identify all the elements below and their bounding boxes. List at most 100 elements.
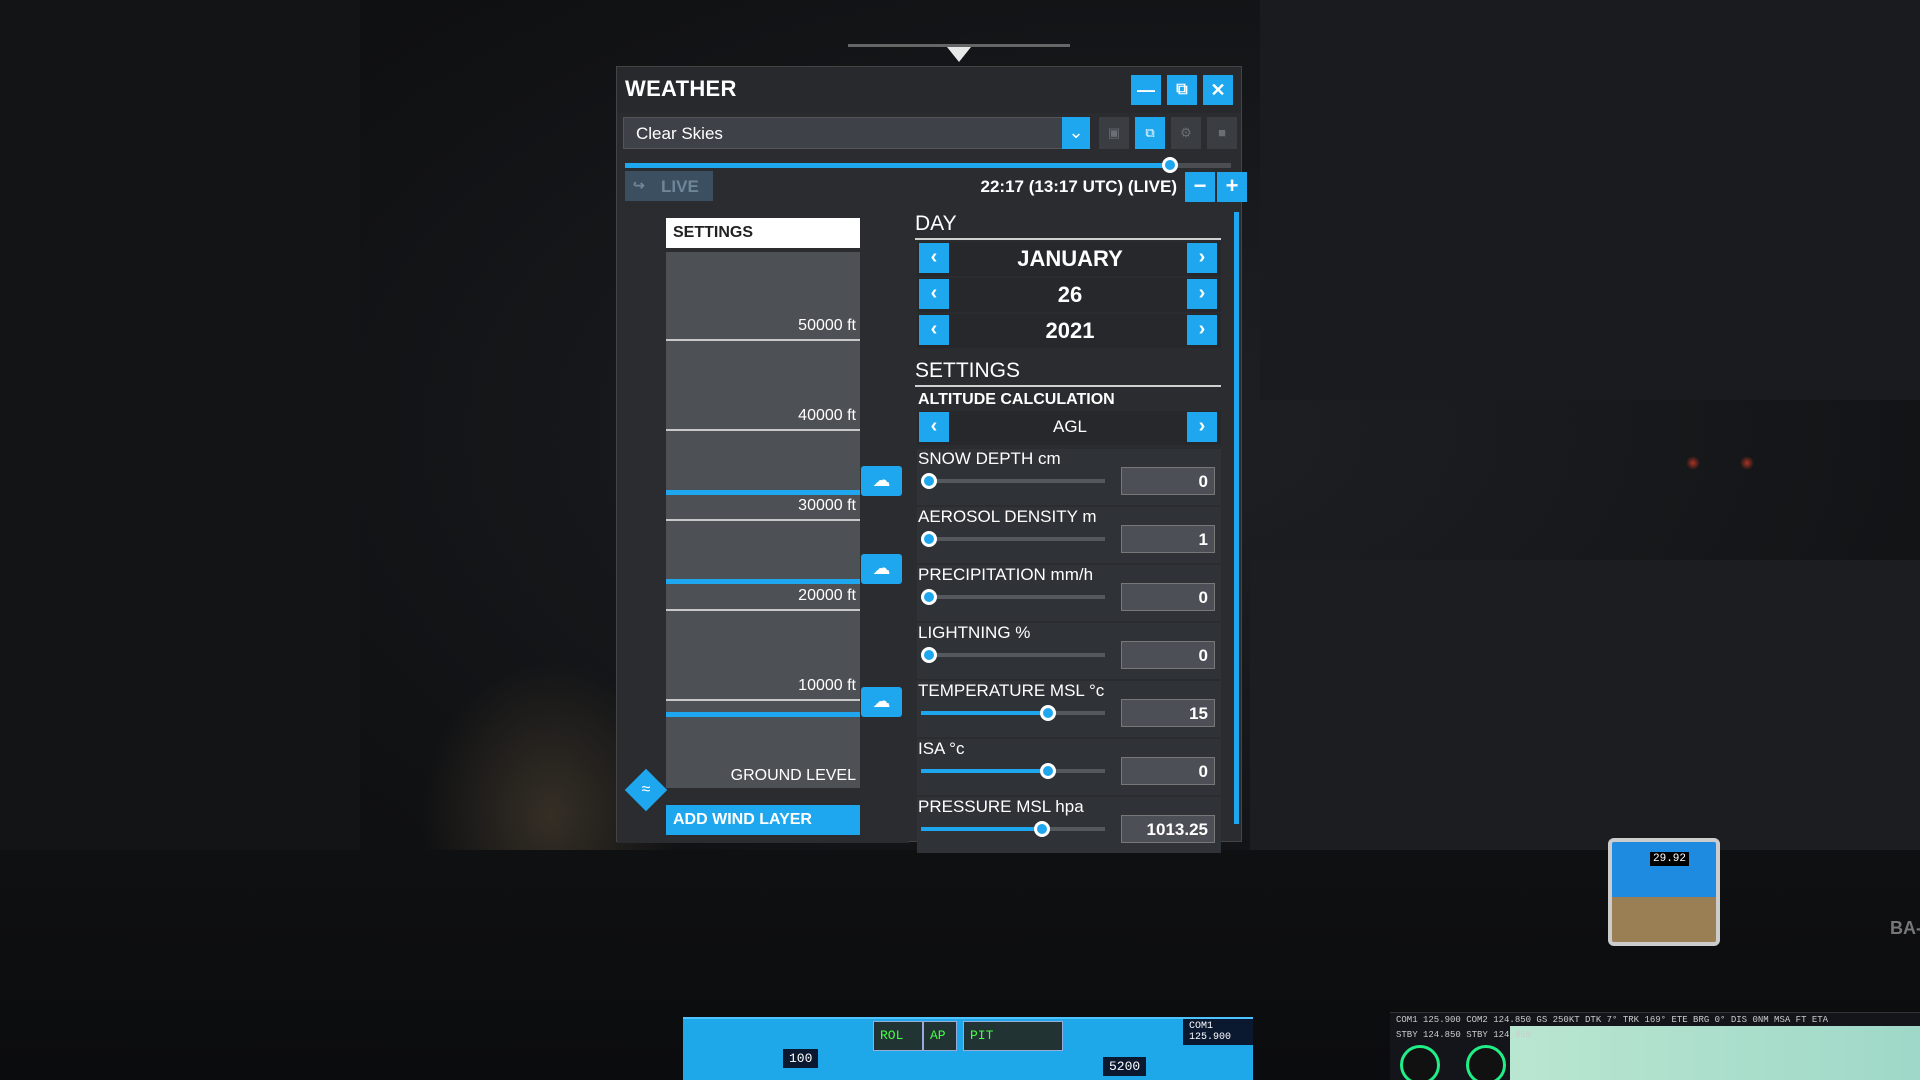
standby-sky (1612, 842, 1716, 897)
altitude-line (666, 339, 860, 341)
param-slider-knob[interactable] (921, 589, 937, 605)
panel-title: WEATHER (625, 76, 737, 101)
param-slider-knob[interactable] (921, 531, 937, 547)
settings-section-title: SETTINGS (915, 359, 1021, 382)
day-section-title: DAY (915, 212, 957, 235)
param-value-input[interactable]: 1 (1121, 525, 1215, 553)
param-value-input[interactable]: 0 (1121, 641, 1215, 669)
live-icon: ↪ (633, 177, 645, 193)
time-display: 22:17 (13:17 UTC) (LIVE) (980, 177, 1178, 196)
delete-icon[interactable]: ■ (1207, 117, 1237, 149)
cloud-icon[interactable]: ☁ (861, 554, 902, 584)
year-prev-button[interactable]: ‹ (919, 315, 949, 345)
wind-icon[interactable]: ≈ (634, 778, 658, 802)
cloud-layer-bar[interactable] (666, 579, 860, 584)
preset-selected: Clear Skies (636, 124, 723, 143)
weather-panel: WEATHER — ⧉ ✕ Clear Skies ⌄ ▣ ⧉ ⚙ ■ ↪ LI… (616, 66, 1247, 853)
window-pillar-left (0, 0, 360, 850)
pfd-speed: 100 (783, 1049, 819, 1068)
mfd-map (1510, 1026, 1920, 1080)
param-slider-fill (921, 769, 1048, 773)
param-label: LIGHTNING % (918, 623, 1031, 642)
param-slider[interactable] (921, 705, 1105, 721)
altitude-line (666, 609, 860, 611)
month-prev-button[interactable]: ‹ (919, 243, 949, 273)
month-value: JANUARY (1017, 246, 1123, 271)
altitude-label: 50000 ft (798, 317, 856, 334)
day-next-button[interactable]: › (1187, 279, 1217, 309)
param-slider[interactable] (921, 589, 1105, 605)
param-slider-knob[interactable] (921, 647, 937, 663)
settings-icon[interactable]: ⚙ (1171, 117, 1201, 149)
altitude-line (666, 519, 860, 521)
pfd-rol: ROL (873, 1021, 923, 1051)
param-label: TEMPERATURE MSL °c (918, 681, 1105, 700)
panel-header[interactable]: WEATHER — ⧉ ✕ (617, 67, 1241, 113)
param-slider-knob[interactable] (921, 473, 937, 489)
time-slider-knob[interactable] (1162, 157, 1179, 173)
standby-baro: 29.92 (1650, 852, 1690, 866)
time-minus-button[interactable]: − (1185, 172, 1215, 202)
cloud-layer-bar[interactable] (666, 712, 860, 717)
param-slider[interactable] (921, 531, 1105, 547)
param-slider[interactable] (921, 763, 1105, 779)
pfd-pit: PIT (963, 1021, 1063, 1051)
param-slider-fill (921, 711, 1048, 715)
day-value: 26 (1057, 282, 1083, 307)
warning-light (1686, 456, 1700, 470)
month-next-button[interactable]: › (1187, 243, 1217, 273)
section-divider (915, 385, 1221, 387)
minimize-button[interactable]: — (1131, 75, 1161, 105)
mfd-status-text-2: STBY 124.850 STBY 124.850 (1396, 1030, 1532, 1040)
altitude-calc-value: AGL (1052, 417, 1088, 436)
mfd-status-text: COM1 125.900 COM2 124.850 GS 250KT DTK 7… (1396, 1015, 1829, 1025)
param-value-input[interactable]: 15 (1121, 699, 1215, 727)
pfd-com: COM1 125.900 (1183, 1019, 1253, 1045)
pfd-ap: AP (923, 1021, 957, 1051)
altitude-label: 40000 ft (798, 407, 856, 424)
altitude-calc-next-button[interactable]: › (1187, 412, 1217, 442)
primary-flight-display: ROL AP PIT 100 5200 COM1 125.900 (683, 1017, 1253, 1080)
copy-icon[interactable]: ⧉ (1135, 117, 1165, 149)
year-value: 2021 (1045, 318, 1095, 343)
settings-tab-button[interactable]: SETTINGS (666, 218, 860, 248)
popout-button[interactable]: ⧉ (1167, 75, 1197, 105)
altitude-calculation-label: ALTITUDE CALCULATION (918, 391, 1115, 408)
time-plus-button[interactable]: + (1217, 172, 1247, 202)
year-next-button[interactable]: › (1187, 315, 1217, 345)
warning-light (1740, 456, 1754, 470)
cloud-layer-bar[interactable] (666, 490, 860, 495)
live-button[interactable]: ↪ LIVE (625, 171, 713, 201)
param-value-input[interactable]: 1013.25 (1121, 815, 1215, 843)
param-slider-knob[interactable] (1039, 763, 1056, 779)
param-value-input[interactable]: 0 (1121, 467, 1215, 495)
live-label: LIVE (661, 177, 699, 196)
save-icon[interactable]: ▣ (1099, 117, 1129, 149)
cloud-icon[interactable]: ☁ (861, 466, 902, 496)
altitude-label: 10000 ft (798, 677, 856, 694)
altitude-line (666, 699, 860, 701)
param-slider[interactable] (921, 473, 1105, 489)
weather-preset-dropdown[interactable]: Clear Skies (623, 117, 1089, 149)
time-slider-fill (625, 163, 1171, 168)
time-slider[interactable] (625, 157, 1231, 173)
window-frame-right (1260, 0, 1920, 400)
standby-ground (1612, 897, 1716, 942)
chevron-down-icon[interactable]: ⌄ (1062, 117, 1090, 149)
param-slider[interactable] (921, 821, 1105, 837)
param-label: ISA °c (918, 739, 965, 758)
altitude-calc-prev-button[interactable]: ‹ (919, 412, 949, 442)
ground-level-label: GROUND LEVEL (730, 767, 856, 784)
param-slider-knob[interactable] (1039, 705, 1056, 721)
param-slider[interactable] (921, 647, 1105, 663)
param-label: PRECIPITATION mm/h (918, 565, 1094, 584)
cloud-icon[interactable]: ☁ (861, 687, 902, 717)
close-button[interactable]: ✕ (1203, 75, 1233, 105)
param-value-input[interactable]: 0 (1121, 757, 1215, 785)
glareshield (1250, 560, 1920, 860)
toolbar-collapse-arrow[interactable] (947, 47, 971, 62)
day-prev-button[interactable]: ‹ (919, 279, 949, 309)
add-wind-layer-button[interactable]: ADD WIND LAYER (666, 805, 860, 835)
settings-scrollbar[interactable] (1234, 212, 1239, 824)
param-value-input[interactable]: 0 (1121, 583, 1215, 611)
